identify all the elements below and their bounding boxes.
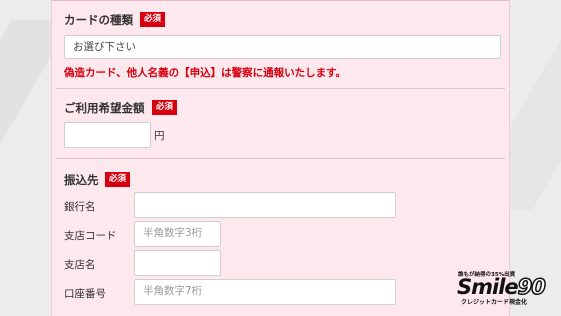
bank-name-label: 銀行名 <box>64 201 96 213</box>
branch-name-input[interactable] <box>134 250 221 276</box>
bank-name-input[interactable] <box>134 192 396 218</box>
card-type-select[interactable]: お選び下さい <box>64 35 501 59</box>
transfer-destination-label: 振込先 <box>64 173 99 187</box>
account-number-placeholder: 半角数字7桁 <box>143 285 203 297</box>
divider <box>56 158 505 159</box>
branch-name-label: 支店名 <box>64 259 96 271</box>
account-number-input[interactable]: 半角数字7桁 <box>134 279 396 305</box>
amount-label: ご利用希望金額 <box>64 101 145 115</box>
divider <box>56 88 505 89</box>
branch-code-placeholder: 半角数字3桁 <box>143 227 203 239</box>
account-number-label: 口座番号 <box>64 288 106 300</box>
required-badge: 必須 <box>105 172 131 187</box>
yen-unit-label: 円 <box>154 130 165 142</box>
amount-input[interactable] <box>64 122 151 148</box>
logo-number: 90 <box>517 274 547 300</box>
logo-word: Smile <box>457 275 519 299</box>
required-badge: 必須 <box>152 100 178 115</box>
fraud-warning-text: 偽造カード、他人名義の【申込】は警察に通報いたします。 <box>64 67 347 79</box>
branch-code-input[interactable]: 半角数字3桁 <box>134 221 221 247</box>
card-type-label: カードの種類 <box>64 13 133 27</box>
logo-wordmark: Smile90 <box>457 274 547 300</box>
branch-code-label: 支店コード <box>64 230 117 242</box>
divider <box>52 0 509 1</box>
required-badge: 必須 <box>140 12 166 27</box>
logo-subline: クレジットカード現金化 <box>461 299 528 306</box>
smile90-logo: 誰もが納得の35%出資 Smile90 クレジットカード現金化 <box>455 270 547 306</box>
application-form-panel: カードの種類 必須 お選び下さい 偽造カード、他人名義の【申込】は警察に通報いた… <box>51 0 510 316</box>
